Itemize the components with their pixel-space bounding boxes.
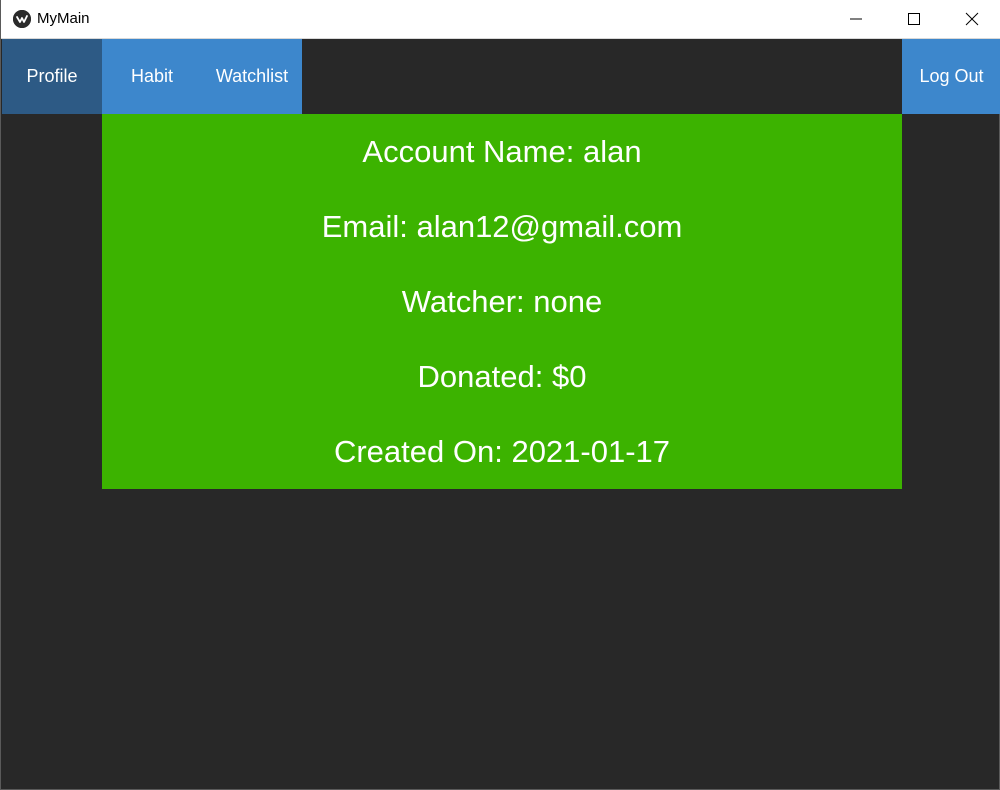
watcher-label: Watcher: none [401, 283, 603, 319]
minimize-button[interactable] [827, 0, 885, 38]
created-on-label: Created On: 2021-01-17 [333, 433, 671, 469]
nav-tabs: Profile Habit Watchlist [2, 39, 302, 114]
close-icon [965, 12, 979, 26]
donated-label: Donated: $0 [417, 358, 587, 394]
app-window: MyMain Profile Habit Watchlist Log Out A… [0, 0, 1000, 790]
logout-button[interactable]: Log Out [902, 39, 1000, 114]
kivy-logo-icon [13, 10, 31, 28]
tab-watchlist[interactable]: Watchlist [202, 39, 302, 114]
window-title: MyMain [37, 10, 90, 27]
email-label: Email: alan12@gmail.com [321, 208, 683, 244]
profile-panel: Account Name: alan Email: alan12@gmail.c… [102, 114, 902, 489]
maximize-icon [908, 13, 920, 25]
account-name-label: Account Name: alan [362, 133, 642, 169]
tab-habit[interactable]: Habit [102, 39, 202, 114]
maximize-button[interactable] [885, 0, 943, 38]
minimize-icon [850, 18, 862, 20]
title-bar[interactable]: MyMain [1, 0, 1000, 39]
nav-bar: Profile Habit Watchlist Log Out [1, 39, 1000, 114]
tab-profile[interactable]: Profile [2, 39, 102, 114]
close-button[interactable] [943, 0, 1000, 38]
